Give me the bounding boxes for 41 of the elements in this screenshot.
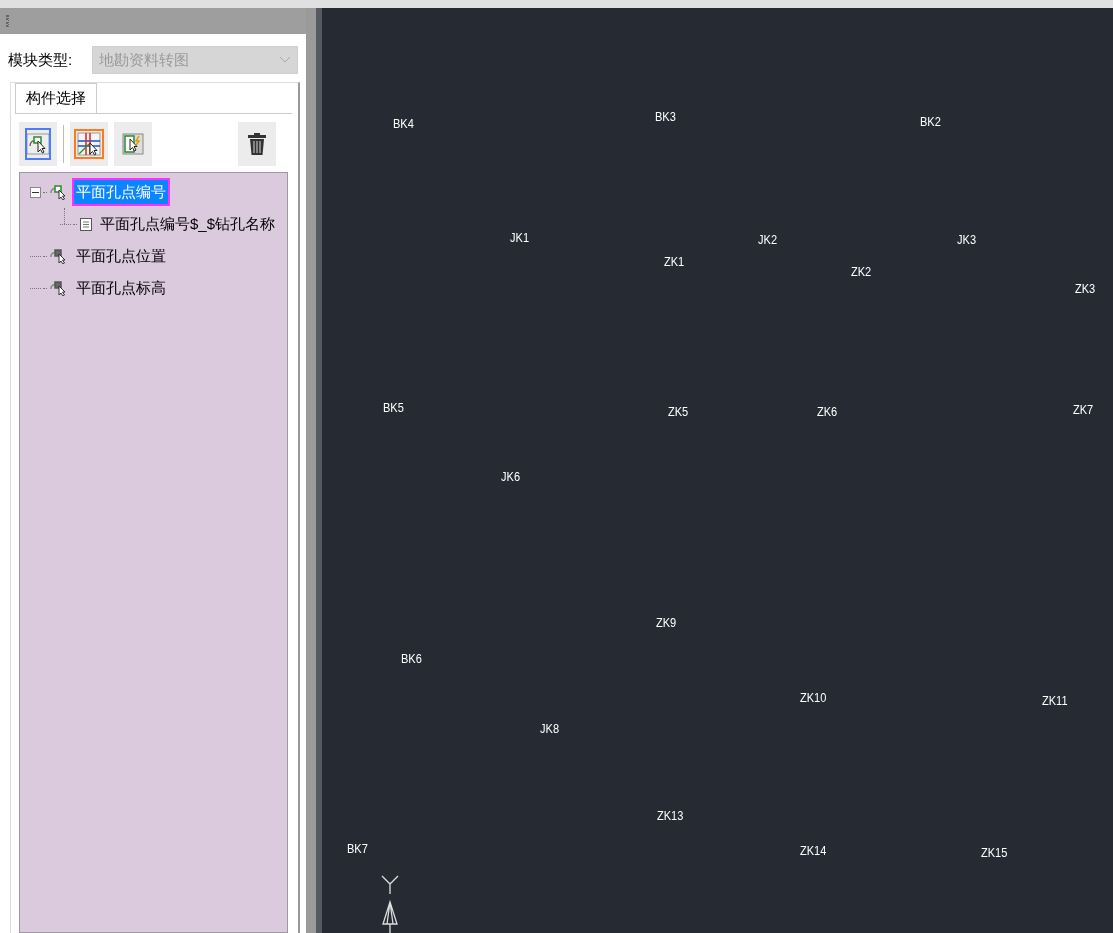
borehole-label: ZK1 [664,254,685,270]
borehole-label: ZK15 [981,845,1008,861]
collapse-toggle[interactable] [30,186,41,198]
trash-icon [246,132,268,156]
grid-select-tool-button[interactable] [70,122,108,166]
borehole-label: ZK3 [1075,281,1096,297]
cursor-select-icon [26,133,50,155]
borehole-label: BK7 [347,841,368,857]
borehole-label: JK3 [957,232,977,248]
delete-tool-button[interactable] [238,122,276,166]
tab[interactable]: 构件选择 [15,83,97,113]
borehole-label: ZK11 [1042,693,1068,709]
tree-item[interactable]: 平面孔点标高 [74,276,168,300]
edit-tool-button[interactable] [114,122,152,166]
borehole-label: BK4 [393,116,414,132]
borehole-label: ZK6 [817,404,838,420]
borehole-label: ZK10 [800,690,827,706]
borehole-label: ZK2 [851,264,872,280]
borehole-label: JK1 [510,230,530,246]
borehole-label: ZK14 [800,843,827,859]
tree-item[interactable]: 平面孔点位置 [74,244,168,268]
select-tool-button[interactable] [19,122,57,166]
chevron-down-icon [279,56,291,64]
edit-cursor-icon [122,133,144,155]
tree-item[interactable]: 平面孔点编号 [74,180,168,204]
ucs-axis-icon [379,874,401,933]
document-icon [79,216,93,232]
borehole-label: ZK13 [657,808,684,824]
borehole-label: BK3 [655,109,676,125]
borehole-label: ZK9 [656,615,677,631]
tree-item[interactable]: 平面孔点编号$_$钻孔名称 [98,212,278,236]
borehole-label: BK5 [383,400,404,416]
borehole-label: JK2 [758,232,778,248]
grid-cursor-icon [77,132,101,156]
borehole-label: BK2 [920,114,941,130]
borehole-label: ZK7 [1073,402,1094,418]
borehole-label: JK6 [501,469,521,485]
borehole-label: JK8 [540,721,560,737]
module-type-label: 模块类型: [8,49,73,70]
borehole-label: ZK5 [668,404,689,420]
borehole-label: BK6 [401,651,422,667]
